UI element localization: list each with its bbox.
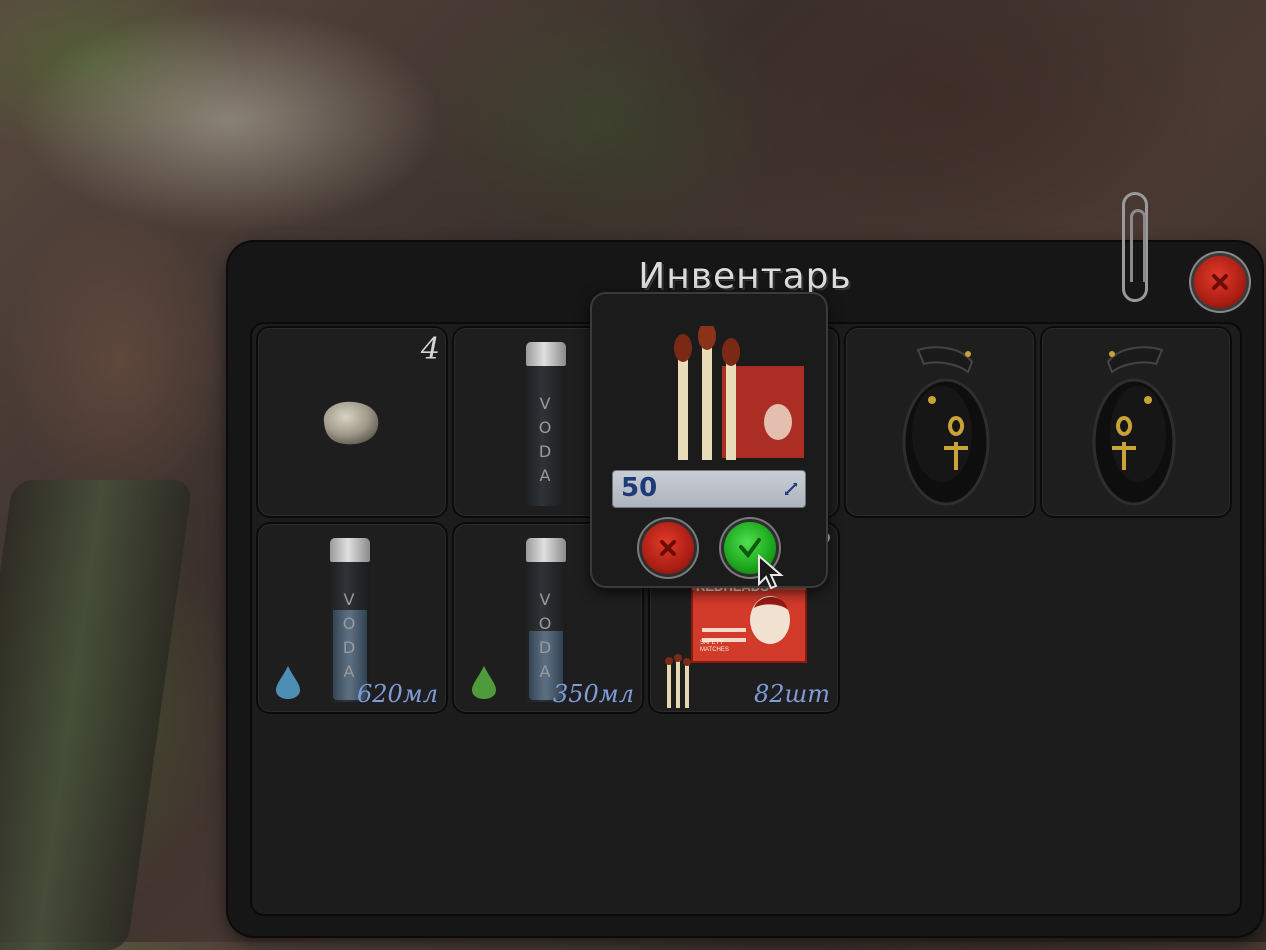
resize-arrows-icon[interactable] <box>783 481 799 497</box>
item-amount: 620мл <box>357 680 438 708</box>
item-amount: 82шт <box>753 680 830 708</box>
bottle-brand: VODA <box>538 394 554 485</box>
close-button[interactable] <box>1194 256 1246 308</box>
item-count: 4 <box>420 332 440 367</box>
quantity-value: 50 <box>621 473 658 503</box>
close-icon <box>1212 274 1228 290</box>
cancel-button[interactable] <box>642 522 694 574</box>
sandal-icon <box>1092 346 1176 506</box>
bottle-brand: VODA <box>538 590 554 681</box>
quantity-input[interactable]: 50 <box>612 470 806 508</box>
inventory-slot-water-bottle-620[interactable]: VODA 620мл <box>256 522 448 714</box>
sandal-icon <box>902 346 990 506</box>
window-title: Инвентарь <box>638 256 852 297</box>
paperclip-icon <box>1122 192 1148 302</box>
matches-icon <box>674 326 804 460</box>
small-matches-icon <box>665 654 691 708</box>
item-amount: 350мл <box>553 680 634 708</box>
split-quantity-popup: 50 <box>590 292 828 588</box>
stone-icon <box>323 401 379 445</box>
inventory-slot-sandal-left[interactable] <box>844 326 1036 518</box>
water-bottle-icon: VODA <box>526 538 566 702</box>
water-drop-green-icon <box>472 666 496 699</box>
bottle-brand: VODA <box>342 590 358 681</box>
close-icon <box>660 540 676 556</box>
water-drop-blue-icon <box>276 666 300 699</box>
inventory-slot-stone[interactable]: 4 <box>256 326 448 518</box>
water-bottle-icon: VODA <box>526 342 566 506</box>
water-bottle-icon: VODA <box>330 538 370 702</box>
background-tree-trunk <box>0 480 194 950</box>
matchbox-subtitle-label: SAFETY MATCHES <box>700 640 729 653</box>
mouse-cursor-icon <box>758 554 784 590</box>
inventory-slot-sandal-right[interactable] <box>1040 326 1232 518</box>
